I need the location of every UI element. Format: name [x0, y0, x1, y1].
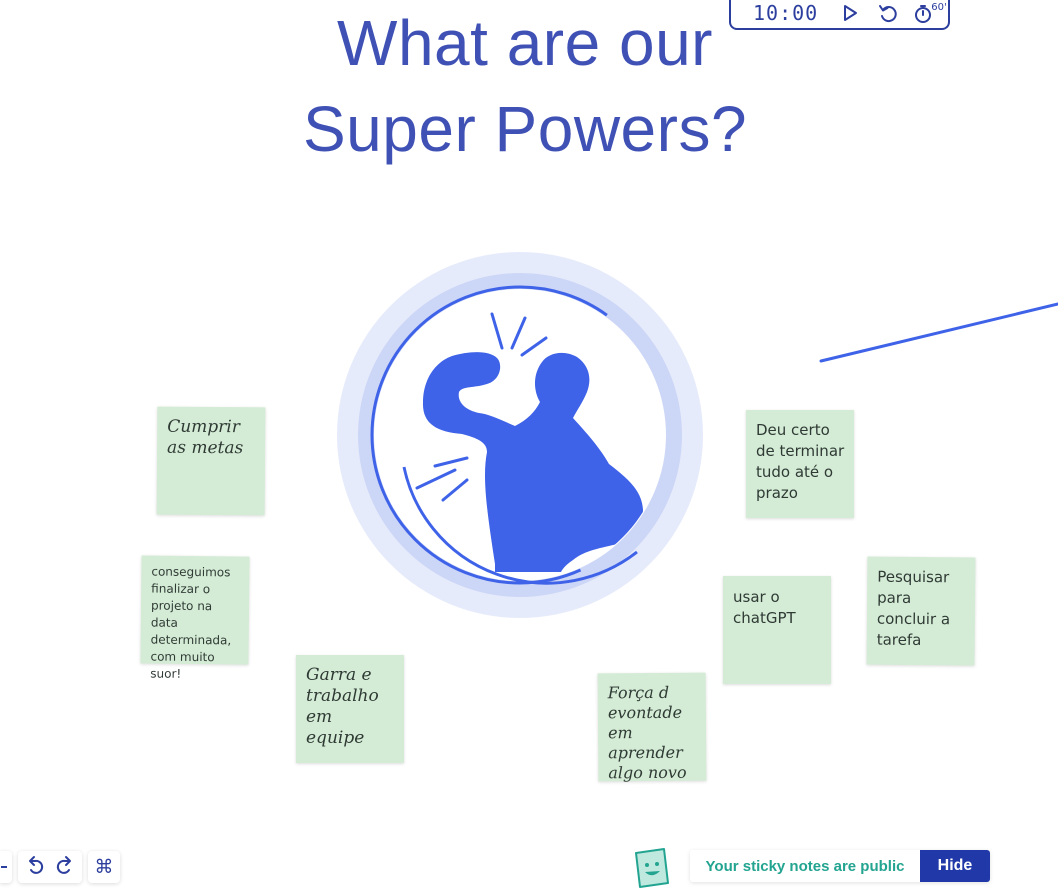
zoom-control-partial[interactable]: [0, 851, 12, 883]
reset-icon[interactable]: [875, 0, 901, 26]
play-icon[interactable]: [837, 0, 863, 26]
sticky-note[interactable]: conseguimos finalizar o projeto na data …: [140, 555, 250, 681]
sticky-note[interactable]: usar o chatGPT: [723, 576, 831, 684]
add-time-60-icon[interactable]: 60': [913, 0, 947, 26]
sticky-note-text: Força d evontade em aprender algo novo: [607, 682, 687, 783]
sticky-note-text: Cumprir as metas: [167, 416, 244, 459]
undo-icon[interactable]: [25, 854, 47, 880]
public-notes-message: Your sticky notes are public: [690, 850, 920, 882]
sticky-note-text: Deu certo de terminar tudo até o prazo: [756, 421, 845, 502]
title-line-2: Super Powers?: [302, 93, 748, 165]
title-line-1: What are our: [337, 7, 713, 79]
timer-display: 10:00: [753, 1, 819, 25]
sticky-note-text: Garra e trabalho em equipe: [306, 665, 379, 748]
sticky-note[interactable]: Cumprir as metas: [156, 406, 266, 516]
timer-widget: 10:00 60': [729, 0, 950, 30]
sticky-note-text: conseguimos finalizar o projeto na data …: [150, 564, 232, 681]
sticky-note[interactable]: Pesquisar para concluir a tarefa: [866, 556, 976, 666]
sticky-note[interactable]: Força d evontade em aprender algo novo: [597, 672, 707, 783]
bottom-toolbar: ⌘: [0, 851, 120, 883]
redo-icon[interactable]: [53, 854, 75, 880]
undo-redo-group: [18, 851, 82, 883]
sticky-note-text: usar o chatGPT: [733, 588, 796, 627]
strong-arm-emblem-icon: [337, 252, 703, 618]
sticky-note-text: Pesquisar para concluir a tarefa: [876, 567, 951, 650]
minus-icon: [1, 866, 7, 868]
sticky-note[interactable]: Deu certo de terminar tudo até o prazo: [746, 410, 854, 518]
hide-button[interactable]: Hide: [920, 850, 990, 882]
sticky-mascot-icon: [635, 848, 669, 888]
sticky-note[interactable]: Garra e trabalho em equipe: [296, 655, 404, 763]
add-time-label: 60': [931, 1, 947, 13]
command-icon[interactable]: ⌘: [88, 851, 120, 883]
public-notes-bar: Your sticky notes are public Hide: [690, 850, 990, 882]
